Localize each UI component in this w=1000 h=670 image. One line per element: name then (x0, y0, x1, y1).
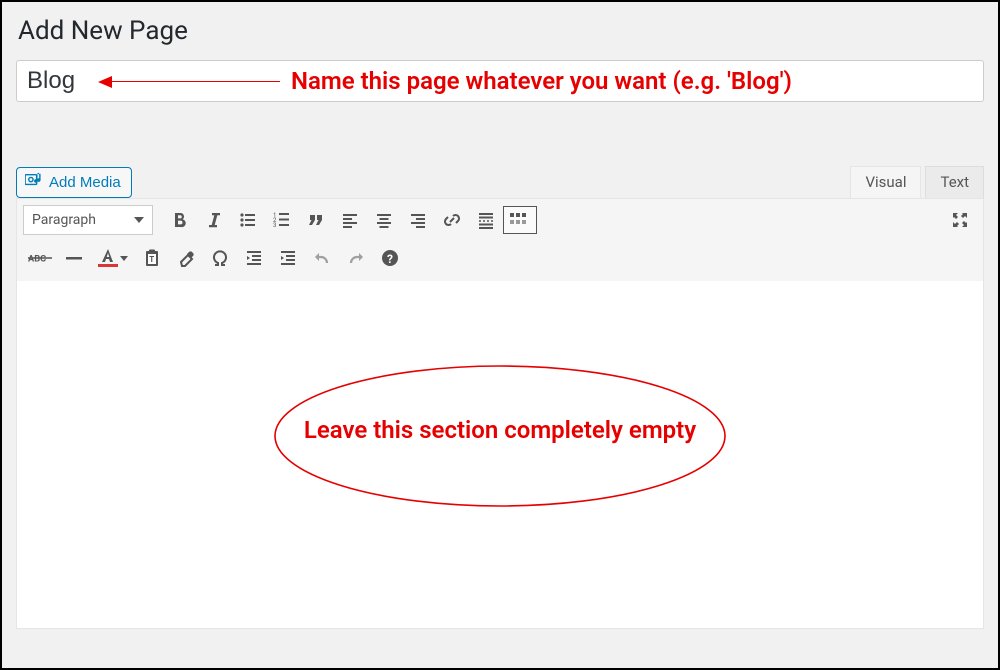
strikethrough-button[interactable]: ABC (23, 241, 57, 275)
text-color-button[interactable] (91, 241, 135, 275)
indent-icon (278, 248, 298, 268)
clipboard-icon: T (142, 248, 162, 268)
undo-button[interactable] (305, 241, 339, 275)
svg-text:T: T (149, 255, 154, 264)
help-button[interactable]: ? (373, 241, 407, 275)
add-media-label: Add Media (49, 174, 121, 191)
hr-icon (64, 248, 84, 268)
number-list-icon: 123 (272, 210, 292, 230)
align-right-button[interactable] (401, 203, 435, 237)
toolbar-toggle-icon (508, 211, 532, 229)
fullscreen-icon (950, 210, 970, 230)
toolbar-panel: Paragraph 123 (16, 198, 984, 281)
outdent-icon (244, 248, 264, 268)
align-left-button[interactable] (333, 203, 367, 237)
omega-icon (210, 248, 230, 268)
camera-music-icon (25, 172, 43, 192)
tab-text[interactable]: Text (925, 166, 984, 198)
blockquote-button[interactable] (299, 203, 333, 237)
svg-text:3: 3 (273, 222, 276, 229)
indent-button[interactable] (271, 241, 305, 275)
title-row: Name this page whatever you want (e.g. '… (16, 60, 984, 102)
align-right-icon (408, 210, 428, 230)
page-title: Add New Page (18, 16, 984, 46)
align-left-icon (340, 210, 360, 230)
redo-icon (346, 248, 366, 268)
tab-visual[interactable]: Visual (850, 166, 921, 198)
read-more-button[interactable] (469, 203, 503, 237)
editor-tabs: Visual Text (846, 166, 984, 198)
caret-down-icon (120, 256, 128, 261)
redo-button[interactable] (339, 241, 373, 275)
fullscreen-button[interactable] (943, 203, 977, 237)
svg-text:?: ? (387, 252, 393, 266)
strikethrough-icon: ABC (28, 250, 52, 266)
caret-down-icon (134, 217, 144, 223)
editor-frame: Add New Page Name this page whatever you… (0, 0, 1000, 670)
annotation-body: Leave this section completely empty (270, 361, 730, 511)
toolbar-row-2: ABC T (17, 241, 983, 281)
italic-icon (204, 210, 224, 230)
annotation-body-label: Leave this section completely empty (304, 416, 696, 444)
editor-wrap: Add Media Visual Text Paragraph (16, 162, 984, 629)
toolbar-toggle-button[interactable] (503, 206, 537, 234)
help-icon: ? (380, 248, 400, 268)
page-title-input[interactable] (16, 60, 984, 102)
outdent-button[interactable] (237, 241, 271, 275)
link-icon (442, 210, 462, 230)
eraser-icon (176, 248, 196, 268)
hr-button[interactable] (57, 241, 91, 275)
svg-text:ABC: ABC (28, 254, 46, 265)
align-center-button[interactable] (367, 203, 401, 237)
toolbar-row-1: Paragraph 123 (17, 199, 983, 241)
number-list-button[interactable]: 123 (265, 203, 299, 237)
bold-icon (170, 210, 190, 230)
add-media-button[interactable]: Add Media (16, 167, 132, 198)
undo-icon (312, 248, 332, 268)
bold-button[interactable] (163, 203, 197, 237)
special-char-button[interactable] (203, 241, 237, 275)
blockquote-icon (306, 210, 326, 230)
link-button[interactable] (435, 203, 469, 237)
italic-button[interactable] (197, 203, 231, 237)
format-select[interactable]: Paragraph (23, 205, 153, 235)
bullet-list-button[interactable] (231, 203, 265, 237)
read-more-icon (476, 210, 496, 230)
paste-text-button[interactable]: T (135, 241, 169, 275)
clear-format-button[interactable] (169, 241, 203, 275)
align-center-icon (374, 210, 394, 230)
content-editor[interactable]: Leave this section completely empty (16, 281, 984, 629)
bullet-list-icon (238, 210, 258, 230)
media-row: Add Media Visual Text (16, 162, 984, 198)
format-select-value: Paragraph (32, 212, 96, 228)
ellipse-icon (270, 361, 730, 511)
text-color-icon (98, 249, 118, 267)
